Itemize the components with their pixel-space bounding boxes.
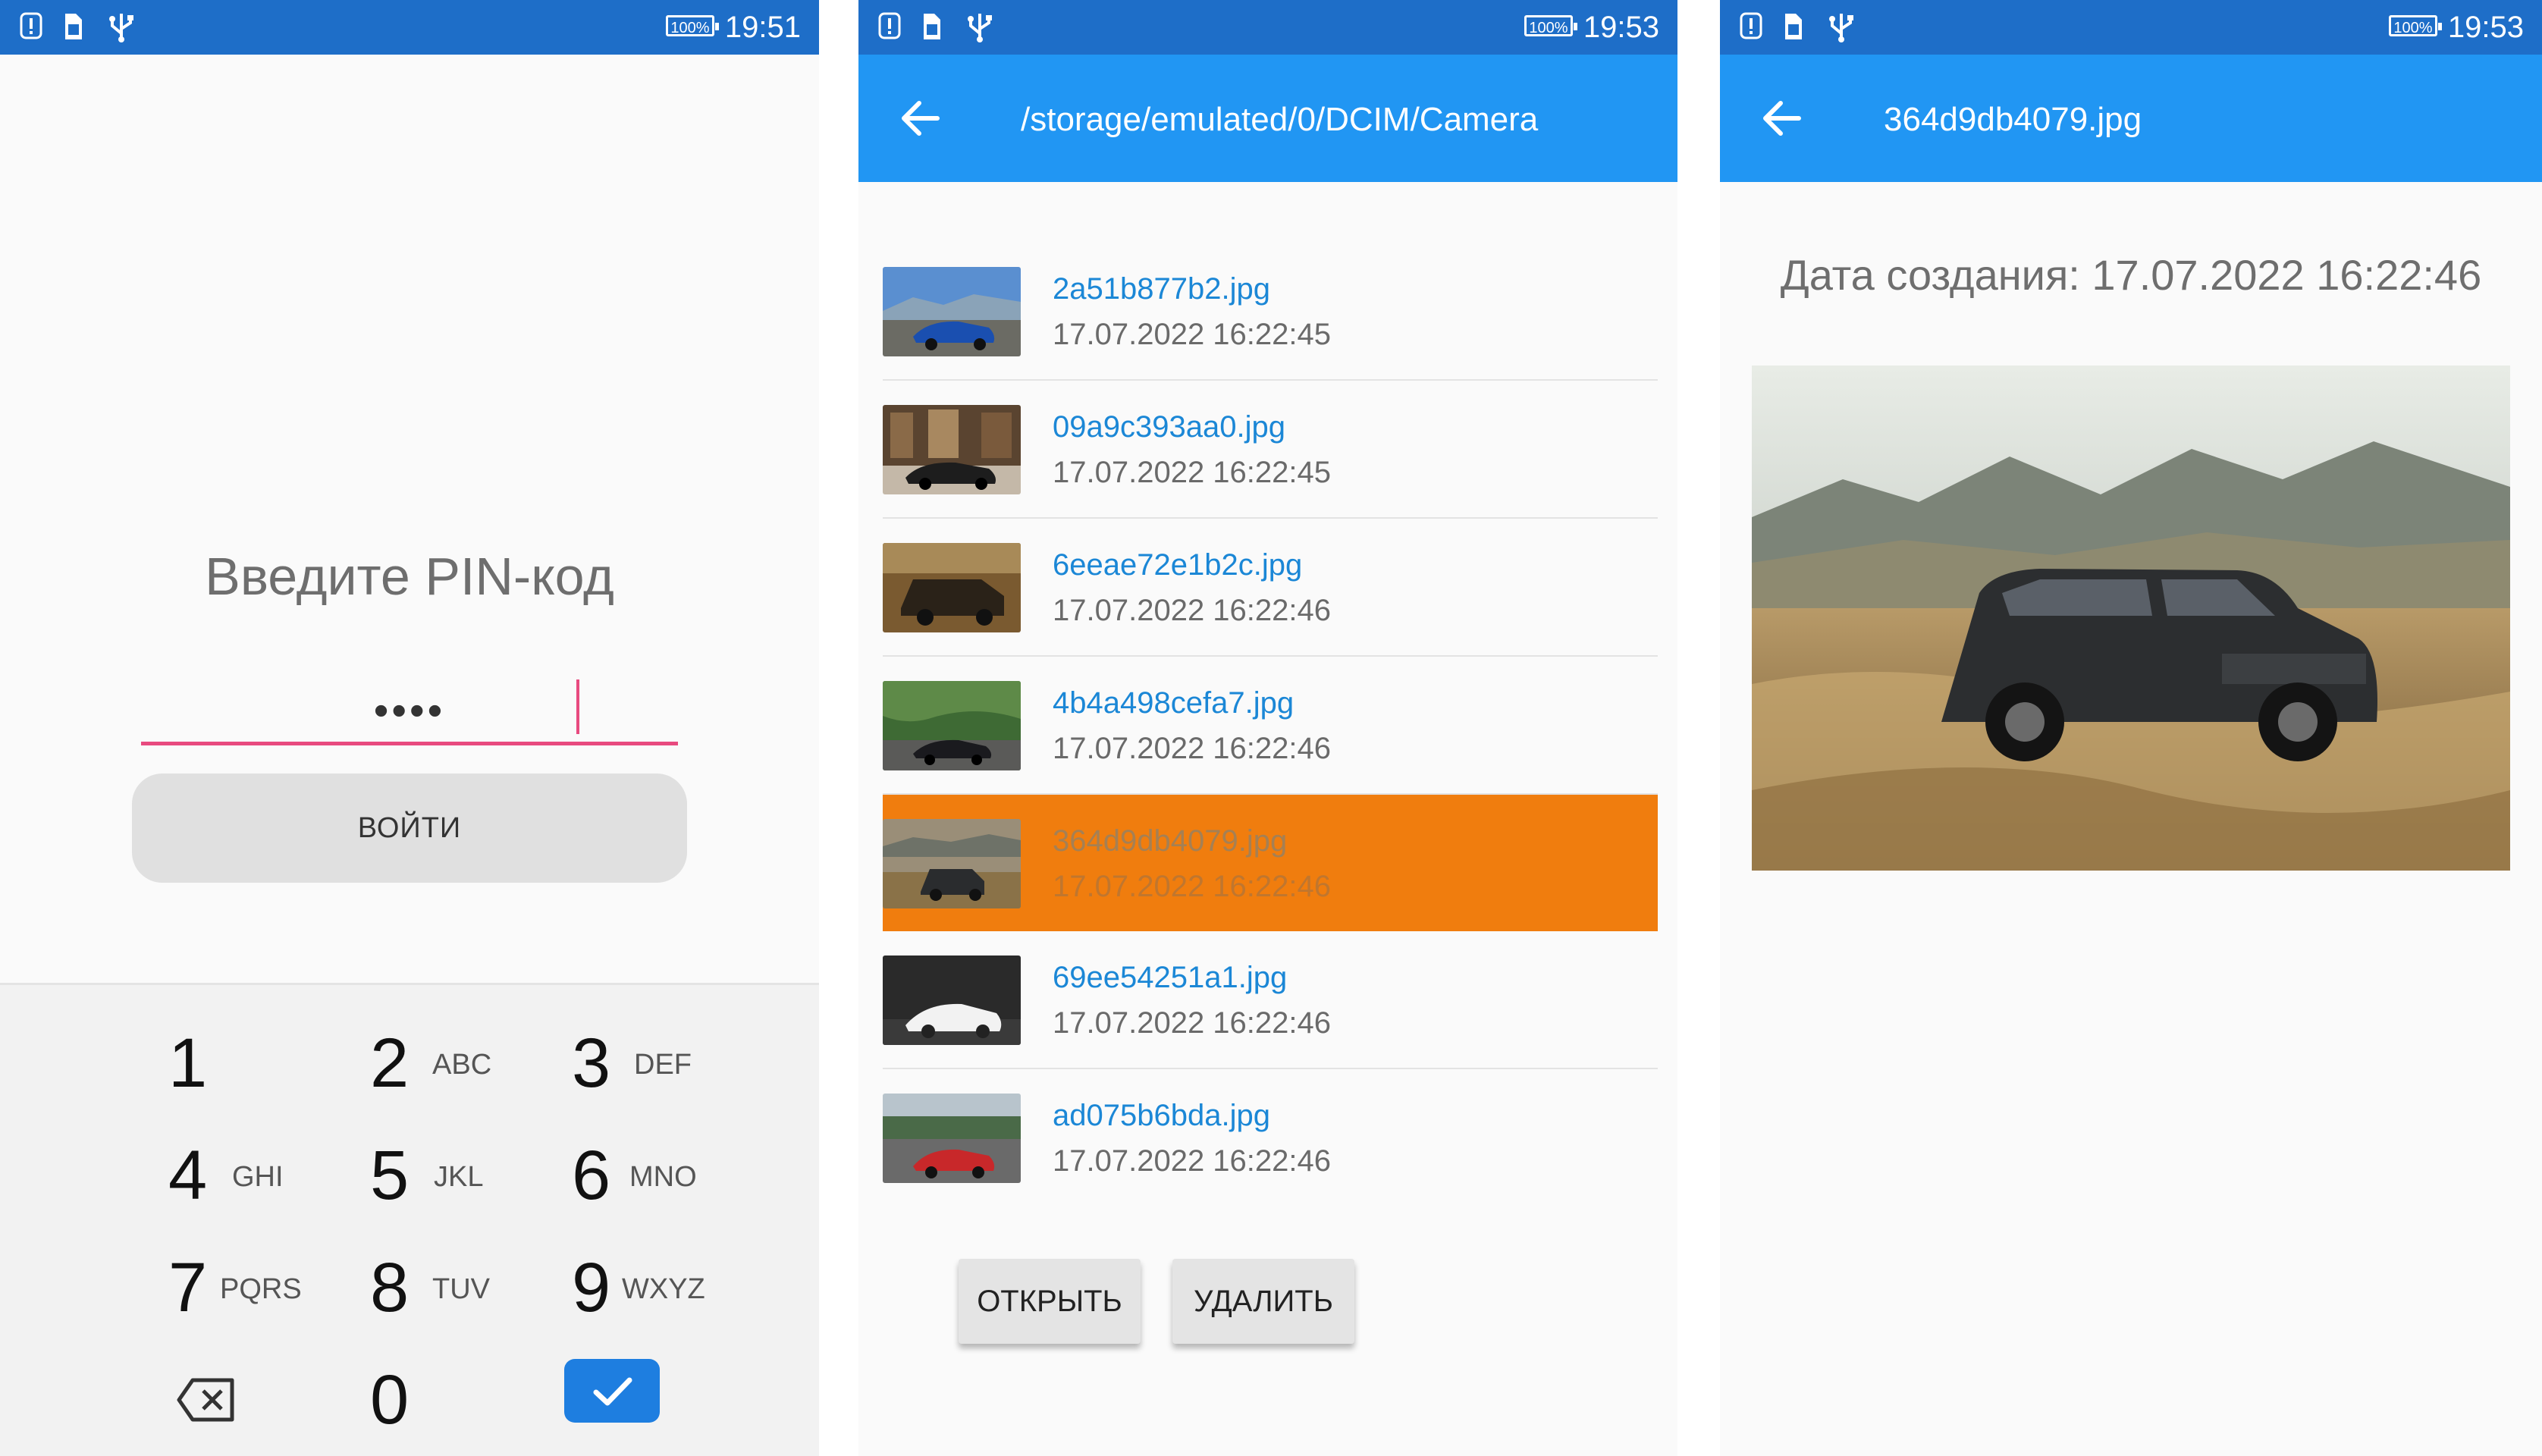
pin-prompt-title: Введите PIN-код <box>205 547 614 606</box>
back-arrow-icon[interactable] <box>1758 94 1806 143</box>
open-button[interactable]: ОТКРЫТЬ <box>959 1259 1141 1344</box>
key-8[interactable]: 8 TUV <box>370 1242 567 1333</box>
usb-icon <box>1829 14 1853 42</box>
key-digit: 3 <box>572 1025 611 1102</box>
text-caret <box>576 679 579 734</box>
key-4[interactable]: 4 GHI <box>168 1130 366 1221</box>
list-item[interactable]: 2a51b877b2.jpg 17.07.2022 16:22:45 <box>883 243 1658 381</box>
delete-button[interactable]: УДАЛИТЬ <box>1172 1259 1354 1344</box>
file-date: 17.07.2022 16:22:46 <box>1053 870 1332 903</box>
key-digit: 7 <box>168 1249 208 1326</box>
thumbnail-image <box>883 543 1021 632</box>
key-digit: 4 <box>168 1137 208 1214</box>
key-6[interactable]: 6 MNO <box>572 1130 769 1221</box>
thumbnail-image <box>883 681 1021 770</box>
battery-indicator: 100% <box>2389 15 2442 36</box>
clock: 19:53 <box>2447 11 2524 44</box>
key-1[interactable]: 1 <box>168 1018 366 1109</box>
clock: 19:51 <box>724 11 801 44</box>
key-digit: 0 <box>370 1361 410 1439</box>
file-name: 364d9db4079.jpg <box>1053 824 1288 858</box>
list-item[interactable]: 4b4a498cefa7.jpg 17.07.2022 16:22:46 <box>883 657 1658 795</box>
alert-icon <box>878 12 901 39</box>
list-item[interactable]: 69ee54251a1.jpg 17.07.2022 16:22:46 <box>883 931 1658 1069</box>
file-date: 17.07.2022 16:22:45 <box>1053 456 1332 489</box>
pin-screen: 100% 19:51 Введите PIN-код •••• ВОЙТИ 1 … <box>0 0 819 1456</box>
current-path: /storage/emulated/0/DCIM/Camera <box>1021 101 1539 138</box>
key-digit: 6 <box>572 1137 611 1214</box>
alert-icon <box>20 12 42 39</box>
file-name: 6eeae72e1b2c.jpg <box>1053 548 1303 582</box>
full-size-image <box>1752 366 2510 871</box>
alert-icon <box>1740 12 1762 39</box>
key-7[interactable]: 7 PQRS <box>168 1242 366 1333</box>
confirm-pin-button[interactable] <box>564 1359 660 1423</box>
list-item[interactable]: ad075b6bda.jpg 17.07.2022 16:22:46 <box>883 1069 1658 1206</box>
key-3[interactable]: 3 DEF <box>572 1018 769 1109</box>
thumbnail-image <box>883 1094 1021 1183</box>
usb-icon <box>109 14 133 42</box>
pin-input[interactable]: •••• <box>141 667 678 745</box>
status-bar: 100% 19:53 <box>858 0 1677 55</box>
file-date: 17.07.2022 16:22:46 <box>1053 1144 1332 1178</box>
file-name: 2a51b877b2.jpg <box>1053 272 1270 306</box>
key-letters: JKL <box>434 1161 484 1193</box>
thumbnail-image <box>883 267 1021 356</box>
image-title: 364d9db4079.jpg <box>1884 101 2142 138</box>
file-date: 17.07.2022 16:22:45 <box>1053 318 1332 351</box>
file-list: 2a51b877b2.jpg 17.07.2022 16:22:45 09a9c… <box>883 243 1658 1206</box>
key-letters: PQRS <box>220 1273 302 1305</box>
key-2[interactable]: 2 ABC <box>370 1018 567 1109</box>
key-5[interactable]: 5 JKL <box>370 1130 567 1221</box>
thumbnail-image <box>883 405 1021 494</box>
file-name: ad075b6bda.jpg <box>1053 1099 1270 1132</box>
status-bar: 100% 19:53 <box>1720 0 2542 55</box>
key-0[interactable]: 0 <box>370 1354 567 1445</box>
sim-icon <box>924 14 940 39</box>
file-browser-screen: 100% 19:53 /storage/emulated/0/DCIM/Came… <box>858 0 1677 1456</box>
usb-icon <box>968 14 992 42</box>
back-arrow-icon[interactable] <box>896 94 945 143</box>
file-name: 69ee54251a1.jpg <box>1053 961 1288 994</box>
key-9[interactable]: 9 WXYZ <box>572 1242 769 1333</box>
image-viewer-screen: 100% 19:53 364d9db4079.jpg Дата создания… <box>1720 0 2542 1456</box>
app-bar: /storage/emulated/0/DCIM/Camera <box>858 55 1677 182</box>
key-letters: ABC <box>432 1049 492 1081</box>
sim-icon <box>65 14 82 39</box>
key-letters: TUV <box>432 1273 490 1305</box>
pin-input-value: •••• <box>373 686 446 734</box>
creation-date: Дата создания: 17.07.2022 16:22:46 <box>1780 251 2482 299</box>
sim-icon <box>1785 14 1802 39</box>
login-button[interactable]: ВОЙТИ <box>132 774 687 883</box>
key-digit: 2 <box>370 1025 410 1102</box>
list-item-selected[interactable]: 364d9db4079.jpg 17.07.2022 16:22:46 <box>883 795 1658 931</box>
key-digit: 5 <box>370 1137 410 1214</box>
list-item[interactable]: 09a9c393aa0.jpg 17.07.2022 16:22:45 <box>883 381 1658 519</box>
clock: 19:53 <box>1583 11 1659 44</box>
key-letters: DEF <box>634 1049 692 1081</box>
file-date: 17.07.2022 16:22:46 <box>1053 1006 1332 1040</box>
backspace-icon[interactable] <box>176 1377 237 1423</box>
app-bar: 364d9db4079.jpg <box>1720 55 2542 182</box>
key-digit: 8 <box>370 1249 410 1326</box>
list-item[interactable]: 6eeae72e1b2c.jpg 17.07.2022 16:22:46 <box>883 519 1658 657</box>
thumbnail-image <box>883 956 1021 1045</box>
key-digit: 1 <box>168 1025 208 1102</box>
file-name: 09a9c393aa0.jpg <box>1053 410 1285 444</box>
key-letters: MNO <box>629 1161 697 1193</box>
status-bar: 100% 19:51 <box>0 0 819 55</box>
thumbnail-image <box>883 819 1021 908</box>
battery-indicator: 100% <box>1524 15 1577 36</box>
file-date: 17.07.2022 16:22:46 <box>1053 594 1332 627</box>
file-name: 4b4a498cefa7.jpg <box>1053 686 1295 720</box>
battery-indicator: 100% <box>666 15 719 36</box>
key-letters: WXYZ <box>622 1273 705 1305</box>
key-digit: 9 <box>572 1249 611 1326</box>
key-letters: GHI <box>232 1161 284 1193</box>
file-date: 17.07.2022 16:22:46 <box>1053 732 1332 765</box>
checkmark-icon <box>593 1377 632 1406</box>
